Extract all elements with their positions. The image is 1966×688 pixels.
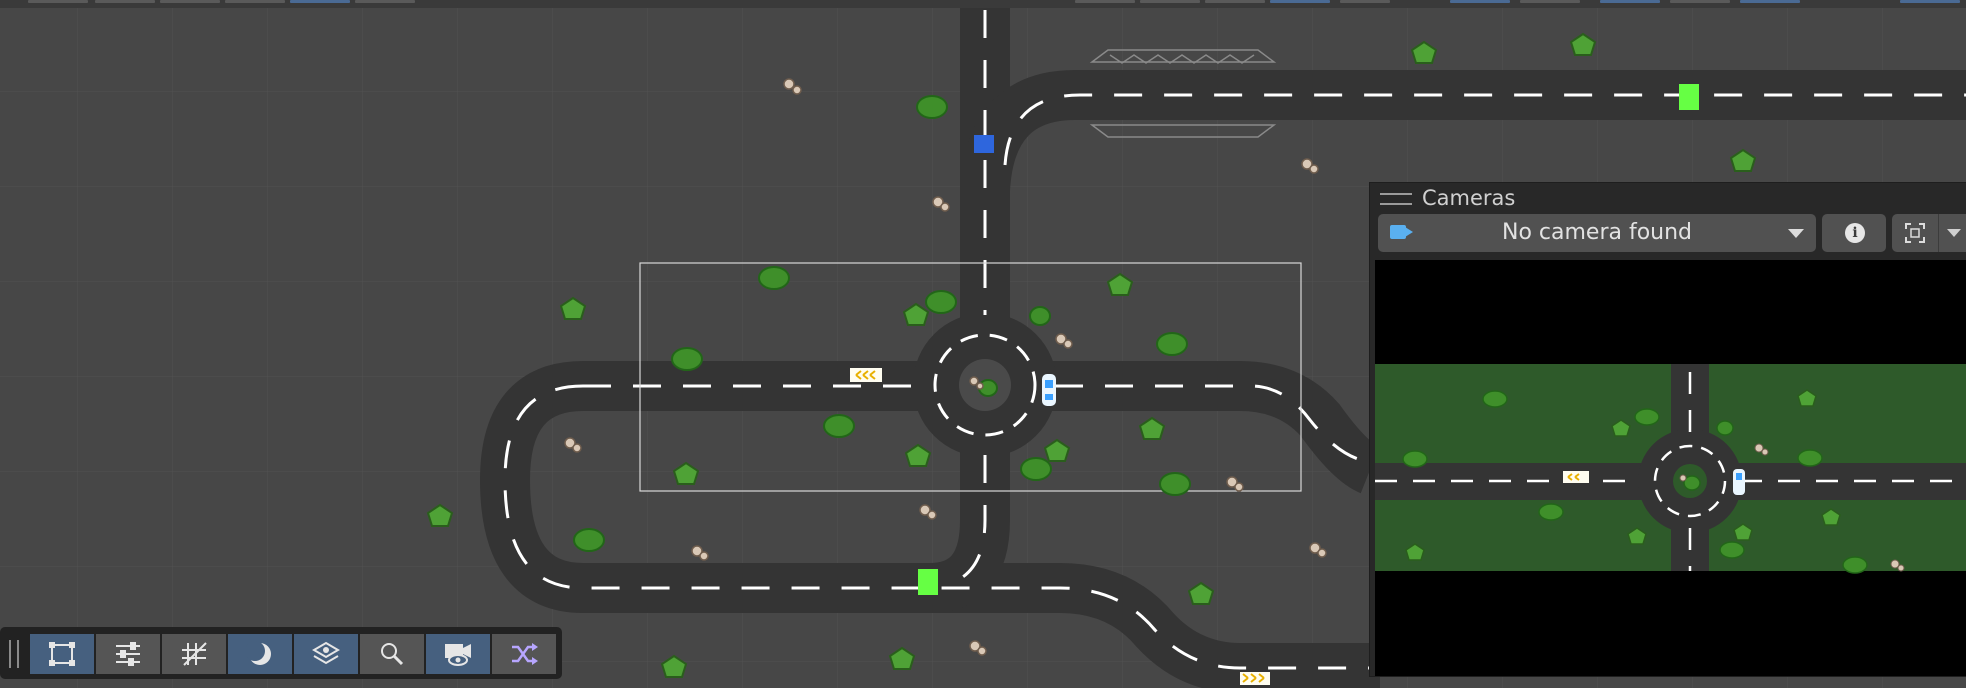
direction-sign (1240, 672, 1270, 685)
cameras-title: Cameras (1422, 186, 1516, 210)
scene-toolbar (0, 627, 562, 679)
shuffle-icon (512, 643, 538, 665)
cameras-overlay[interactable]: Cameras No camera found i (1369, 182, 1966, 677)
info-icon: i (1845, 223, 1865, 243)
camera-eye-icon (445, 644, 471, 666)
grid-tool-button[interactable] (162, 634, 226, 674)
frame-selection-icon (1905, 223, 1925, 243)
shuffle-tool-button[interactable] (492, 634, 556, 674)
drag-handle-icon[interactable] (1380, 193, 1412, 205)
sliders-icon (116, 642, 140, 666)
split-divider (1938, 214, 1939, 252)
layers-icon (312, 641, 340, 665)
camera-preview (1375, 260, 1966, 676)
blue-marker[interactable] (974, 135, 994, 153)
camera-dropdown-value: No camera found (1501, 220, 1693, 245)
green-marker[interactable] (1679, 84, 1699, 110)
cameras-header[interactable]: Cameras (1370, 183, 1966, 213)
magnifier-icon (381, 643, 404, 666)
settings-tool-button[interactable] (96, 634, 160, 674)
direction-sign (850, 368, 882, 382)
scene-camera-tool-button[interactable] (426, 634, 490, 674)
moon-icon (246, 641, 271, 665)
layers-tool-button[interactable] (294, 634, 358, 674)
rect-transform-icon (49, 642, 75, 666)
grid-snap-icon (182, 642, 207, 666)
chevron-down-icon[interactable] (1947, 229, 1961, 237)
camera-dropdown[interactable]: No camera found (1378, 214, 1816, 252)
chevron-down-icon (1788, 229, 1804, 238)
top-toolbar-edge (0, 0, 1966, 8)
rect-tool-button[interactable] (30, 634, 94, 674)
toolbar-grip-icon[interactable] (9, 640, 19, 668)
green-marker[interactable] (918, 569, 938, 595)
shading-tool-button[interactable] (228, 634, 292, 674)
camera-info-button[interactable]: i (1822, 214, 1886, 252)
camera-frame-button[interactable] (1892, 214, 1966, 252)
car[interactable] (1042, 374, 1056, 406)
search-tool-button[interactable] (360, 634, 424, 674)
